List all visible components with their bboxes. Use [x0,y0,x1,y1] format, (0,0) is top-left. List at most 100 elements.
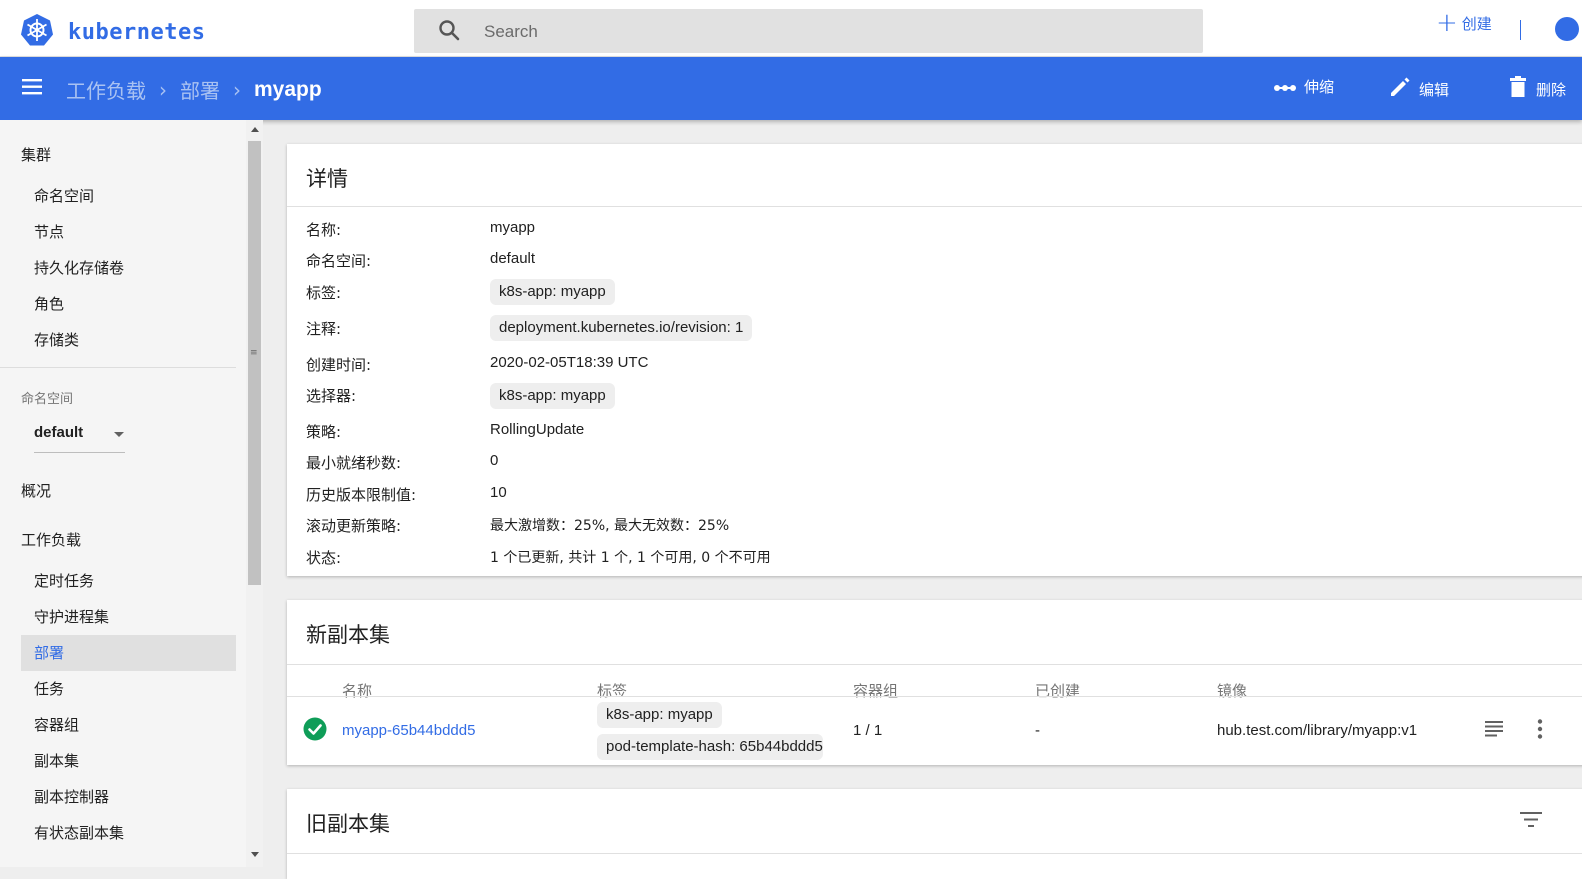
detail-value-created: 2020-02-05T18:39 UTC [490,354,649,371]
sidebar-item-namespaces[interactable]: 命名空间 [21,178,236,214]
label-chip: k8s-app: myapp [597,702,722,728]
sidebar-item-statefulsets[interactable]: 有状态副本集 [21,815,236,851]
sidebar-header-workloads[interactable]: 工作负载 [21,529,81,550]
detail-value-min-ready: 0 [490,452,499,469]
column-header-labels: 标签 [597,682,628,700]
scale-button[interactable]: 伸缩 [1274,76,1334,97]
breadcrumb: 工作负载 › 部署 › myapp [66,75,322,104]
pods-count: 1 / 1 [853,722,883,739]
breadcrumb-workloads[interactable]: 工作负载 [66,75,146,104]
sidebar-item-deployments[interactable]: 部署 [21,635,236,671]
logo[interactable]: kubernetes [20,13,205,51]
sidebar-item-roles[interactable]: 角色 [21,286,236,322]
dropdown-arrow-icon [114,432,124,437]
image-value: hub.test.com/library/myapp:v1 [1217,722,1418,739]
card-title: 旧副本集 [306,812,390,836]
detail-key: 选择器: [306,387,357,405]
more-vertical-icon[interactable] [1537,719,1543,743]
account-icon[interactable] [1555,17,1579,41]
old-replica-sets-card: 旧副本集 [287,789,1582,879]
sidebar-item-persistent-volumes[interactable]: 持久化存储卷 [21,250,236,286]
created-value: - [1035,722,1040,739]
sidebar-item-replicasets[interactable]: 副本集 [21,743,236,779]
kubernetes-logo-icon [20,13,54,51]
column-header-images: 镜像 [1217,682,1248,700]
plus-icon: + [1436,8,1458,38]
detail-key: 滚动更新策略: [306,517,402,535]
divider [287,696,1582,697]
scroll-up-arrow-icon[interactable] [251,127,259,132]
column-header-pods: 容器组 [853,682,899,700]
sidebar-scrollbar[interactable]: ≡ [246,120,263,867]
top-bar: kubernetes + 创建 [0,0,1582,57]
pencil-icon [1389,76,1419,102]
column-header-name[interactable]: 名称 [342,680,372,701]
detail-key: 状态: [306,549,342,567]
logo-text: kubernetes [68,19,206,45]
sidebar-item-nodes[interactable]: 节点 [21,214,236,250]
edit-button[interactable]: 编辑 [1389,76,1449,102]
detail-value-history-limit: 10 [490,484,507,501]
divider [1520,20,1521,40]
annotation-chip: deployment.kubernetes.io/revision: 1 [490,315,753,341]
card-title: 详情 [306,167,348,191]
detail-value-strategy: RollingUpdate [490,421,585,438]
detail-value-status: 1 个已更新, 共计 1 个, 1 个可用, 0 个不可用 [490,550,771,566]
detail-key: 命名空间: [306,252,372,270]
check-circle-icon [303,717,327,745]
detail-key: 注释: [306,320,342,338]
sidebar-header-cluster[interactable]: 集群 [21,144,51,165]
search-input[interactable] [482,9,1186,55]
grip-icon: ≡ [250,348,258,358]
detail-value-rolling-update: 最大激增数：25%, 最大无效数：25% [490,518,730,534]
column-header-created[interactable]: 已创建 [1035,680,1080,701]
logs-icon[interactable] [1485,721,1505,741]
sidebar-item-overview[interactable]: 概况 [21,480,51,501]
breadcrumb-deployments[interactable]: 部署 [180,75,220,104]
namespace-select[interactable]: default [34,420,125,453]
selector-chip: k8s-app: myapp [490,383,615,409]
breadcrumb-current: myapp [254,77,322,101]
detail-value-name: myapp [490,219,536,236]
edit-label: 编辑 [1419,80,1450,99]
detail-value-namespace: default [490,250,536,267]
search-icon [438,19,460,45]
sidebar-item-replication-controllers[interactable]: 副本控制器 [21,779,236,815]
detail-key: 策略: [306,423,342,441]
replica-set-name-link[interactable]: myapp-65b44bddd5 [342,722,475,739]
detail-key: 创建时间: [306,356,372,374]
sidebar-item-daemonsets[interactable]: 守护进程集 [21,599,236,635]
delete-button[interactable]: 删除 [1508,76,1566,102]
scroll-down-arrow-icon[interactable] [251,852,259,857]
chevron-right-icon: › [233,77,241,102]
sidebar-item-storage-classes[interactable]: 存储类 [21,322,236,358]
delete-label: 删除 [1536,80,1567,99]
details-card: 详情 名称: myapp 命名空间: default 标签: k8s-app: … [287,144,1582,576]
menu-icon[interactable] [22,79,42,99]
detail-key: 历史版本限制值: [306,486,417,504]
divider [287,664,1582,665]
filter-icon[interactable] [1520,812,1542,832]
sidebar-item-jobs[interactable]: 任务 [21,671,236,707]
detail-key: 最小就绪秒数: [306,454,402,472]
chevron-right-icon: › [159,77,167,102]
scale-label: 伸缩 [1304,78,1335,96]
divider [287,853,1582,854]
sidebar-item-pods[interactable]: 容器组 [21,707,236,743]
detail-key: 标签: [306,284,342,302]
trash-icon [1508,76,1536,102]
sidebar-item-cronjobs[interactable]: 定时任务 [21,563,236,599]
scroll-thumb[interactable] [248,141,261,585]
namespace-value: default [34,424,84,441]
action-bar: 工作负载 › 部署 › myapp 伸缩 编辑 删除 [0,57,1582,120]
create-button[interactable]: + 创建 [1436,8,1492,38]
divider [0,367,236,368]
more-horizontal-icon [1274,78,1304,96]
create-label: 创建 [1461,14,1492,33]
divider [287,206,1582,207]
search-bar[interactable] [414,9,1203,55]
namespace-label: 命名空间 [21,392,74,407]
sidebar: 集群 命名空间 节点 持久化存储卷 角色 存储类 命名空间 default 概况… [0,120,246,867]
new-replica-set-card: 新副本集 名称 标签 容器组 已创建 镜像 myapp-65b44bddd5 k… [287,600,1582,765]
label-chip: pod-template-hash: 65b44bddd5 [597,734,823,760]
